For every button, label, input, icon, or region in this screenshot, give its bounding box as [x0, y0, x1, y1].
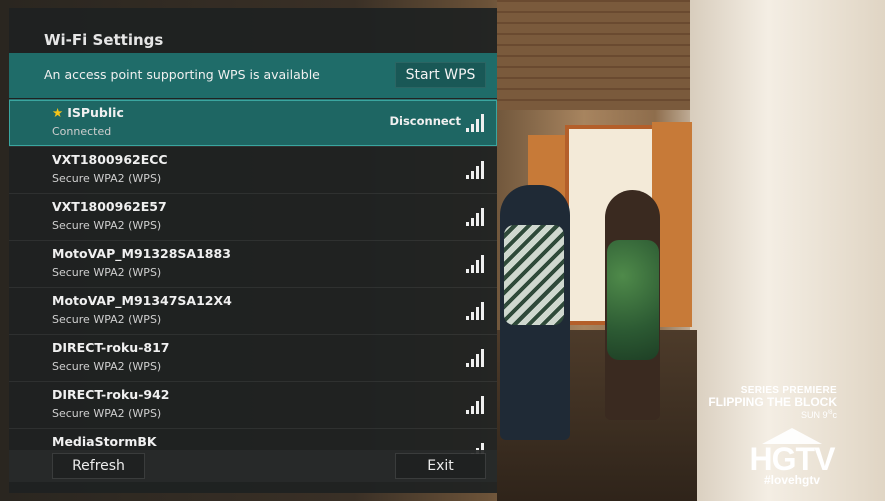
- promo-line-3: SUN 9/8c: [800, 410, 838, 420]
- network-row[interactable]: DIRECT-roku-942 Secure WPA2 (WPS): [9, 381, 497, 428]
- page-title: Wi-Fi Settings: [44, 31, 164, 49]
- star-icon: ★: [52, 105, 64, 120]
- signal-bar: [481, 396, 484, 414]
- signal-bar: [476, 166, 479, 179]
- promo-time: SUN 9: [800, 410, 828, 420]
- signal-bar: [481, 208, 484, 226]
- network-row[interactable]: VXT1800962E57 Secure WPA2 (WPS): [9, 193, 497, 240]
- tv-screen: SERIES PREMIERE FLIPPING THE BLOCK SUN 9…: [0, 0, 885, 501]
- refresh-button[interactable]: Refresh: [52, 453, 145, 479]
- network-name: VXT1800962E57: [52, 199, 167, 214]
- network-name: DIRECT-roku-942: [52, 387, 170, 402]
- network-row[interactable]: MotoVAP_M91328SA1883 Secure WPA2 (WPS): [9, 240, 497, 287]
- signal-bar: [476, 307, 479, 320]
- signal-bar: [476, 213, 479, 226]
- wps-message: An access point supporting WPS is availa…: [44, 67, 320, 82]
- network-name: MotoVAP_M91347SA12X4: [52, 293, 232, 308]
- network-status: Secure WPA2 (WPS): [52, 360, 162, 373]
- video-person: [605, 190, 660, 420]
- network-name-text: MotoVAP_M91347SA12X4: [52, 293, 232, 308]
- network-name: ★ ISPublic: [52, 105, 124, 120]
- signal-bar: [481, 114, 484, 132]
- wifi-signal-icon: [466, 302, 486, 320]
- network-status: Secure WPA2 (WPS): [52, 407, 162, 420]
- channel-promo: SERIES PREMIERE FLIPPING THE BLOCK SUN 9…: [677, 385, 837, 420]
- signal-bar: [481, 302, 484, 320]
- wifi-signal-icon: [466, 255, 486, 273]
- signal-bar: [471, 171, 474, 179]
- signal-bar: [466, 269, 469, 273]
- video-wall: [690, 0, 885, 501]
- network-row[interactable]: MotoVAP_M91347SA12X4 Secure WPA2 (WPS): [9, 287, 497, 334]
- network-name-text: MotoVAP_M91328SA1883: [52, 246, 231, 261]
- signal-bar: [466, 175, 469, 179]
- network-name: MediaStormBK: [52, 434, 157, 449]
- signal-bar: [476, 119, 479, 132]
- network-row[interactable]: ★ ISPublic Connected Disconnect: [9, 99, 497, 146]
- channel-logo: HGTV #lovehgtv: [742, 428, 842, 488]
- signal-bar: [471, 406, 474, 414]
- network-name-text: DIRECT-roku-942: [52, 387, 170, 402]
- signal-bar: [476, 401, 479, 414]
- signal-bar: [481, 349, 484, 367]
- wifi-signal-icon: [466, 396, 486, 414]
- network-list: ★ ISPublic Connected Disconnect VXT1800962EC…: [9, 99, 497, 454]
- network-status: Secure WPA2 (WPS): [52, 313, 162, 326]
- signal-bar: [466, 363, 469, 367]
- network-name: MotoVAP_M91328SA1883: [52, 246, 231, 261]
- video-person: [500, 185, 570, 440]
- signal-bar: [481, 255, 484, 273]
- network-name: DIRECT-roku-817: [52, 340, 170, 355]
- wifi-signal-icon: [466, 161, 486, 179]
- video-ceiling: [497, 0, 697, 110]
- video-person-dress: [607, 240, 659, 360]
- signal-bar: [466, 128, 469, 132]
- signal-bar: [481, 161, 484, 179]
- network-name: VXT1800962ECC: [52, 152, 168, 167]
- wifi-signal-icon: [466, 208, 486, 226]
- network-status: Secure WPA2 (WPS): [52, 219, 162, 232]
- signal-bar: [471, 359, 474, 367]
- network-status: Secure WPA2 (WPS): [52, 172, 162, 185]
- signal-bar: [476, 354, 479, 367]
- network-status: Secure WPA2 (WPS): [52, 266, 162, 279]
- promo-line-2: FLIPPING THE BLOCK: [708, 395, 837, 409]
- video-person-top: [504, 225, 564, 325]
- network-name-text: DIRECT-roku-817: [52, 340, 170, 355]
- network-name-text: ISPublic: [67, 105, 124, 120]
- signal-bar: [466, 222, 469, 226]
- network-row[interactable]: DIRECT-roku-817 Secure WPA2 (WPS): [9, 334, 497, 381]
- signal-bar: [466, 410, 469, 414]
- network-name-text: VXT1800962ECC: [52, 152, 168, 167]
- network-status: Connected: [52, 125, 112, 138]
- wifi-signal-icon: [466, 114, 486, 132]
- wifi-signal-icon: [466, 349, 486, 367]
- signal-bar: [471, 218, 474, 226]
- signal-bar: [476, 260, 479, 273]
- network-name-text: VXT1800962E57: [52, 199, 167, 214]
- channel-logo-text: HGTV: [749, 441, 836, 477]
- signal-bar: [471, 312, 474, 320]
- exit-button[interactable]: Exit: [395, 453, 486, 479]
- network-row[interactable]: VXT1800962ECC Secure WPA2 (WPS): [9, 146, 497, 193]
- signal-bar: [471, 265, 474, 273]
- promo-time-suffix: c: [832, 410, 838, 420]
- disconnect-button[interactable]: Disconnect: [389, 114, 461, 128]
- signal-bar: [471, 124, 474, 132]
- network-name-text: MediaStormBK: [52, 434, 157, 449]
- signal-bar: [466, 316, 469, 320]
- start-wps-button[interactable]: Start WPS: [395, 62, 486, 88]
